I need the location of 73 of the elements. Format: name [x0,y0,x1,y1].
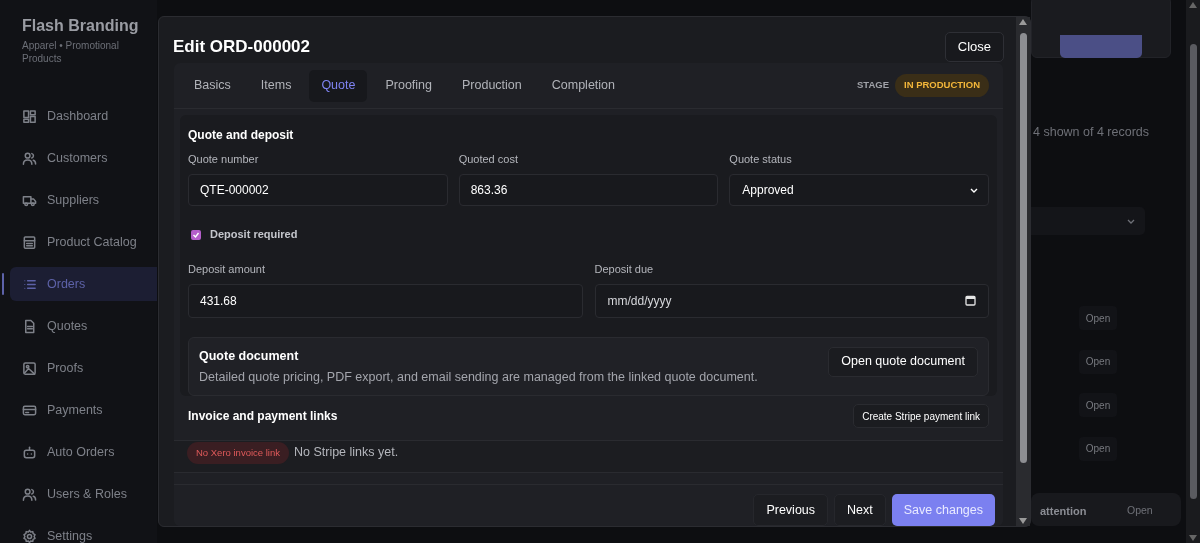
status-badge: No Xero invoice link [187,442,289,465]
field-label: Deposit amount [188,261,267,276]
date-field[interactable]: mm/dd/yyyy [594,283,989,318]
date-placeholder: mm/dd/yyyy [607,292,672,310]
nav-item[interactable]: Proofs [10,351,157,385]
scroll-up-icon[interactable] [1189,2,1197,8]
chevron-down-icon [1127,218,1135,224]
stage-badge: IN PRODUCTION [895,74,989,97]
nav-item[interactable]: Auto Orders [10,435,157,469]
scrollbar-thumb[interactable] [1189,44,1197,499]
users-icon [22,486,37,502]
nav-item[interactable]: Payments [10,393,157,427]
section-title: Invoice and payment links [188,408,338,426]
nav-button[interactable]: Previous [753,494,829,526]
nav-item[interactable]: Suppliers [10,183,157,217]
section-title: Quote and deposit [188,127,295,144]
document-icon [22,318,37,334]
calendar-icon[interactable] [965,295,976,307]
nav-item[interactable]: Quotes [10,309,157,343]
tab[interactable]: Production [450,69,534,102]
input-field[interactable]: 863.36 [458,174,719,207]
alert-text: attention [1040,504,1087,519]
nav-item[interactable]: Settings [10,519,157,543]
field-label: Quote status [729,152,793,167]
checkbox-label: Deposit required [210,227,298,243]
brand-subtitle: Apparel • Promotional Products [22,39,120,65]
open-button[interactable]: Open [1079,436,1117,461]
active-indicator [2,273,4,295]
select-field[interactable]: Approved [729,174,989,207]
nav-button[interactable]: Next [834,494,886,526]
scroll-up-icon[interactable] [1019,19,1027,25]
nav-item[interactable]: Customers [10,141,157,175]
dashboard-icon [22,108,37,124]
nav-item[interactable]: Product Catalog [10,225,157,259]
chevron-down-icon [970,187,978,193]
dialog-title: Edit ORD-000002 [173,36,310,59]
scroll-down-icon[interactable] [1189,535,1197,541]
field-label: Deposit due [594,261,655,276]
nav-item[interactable]: Dashboard [10,99,157,133]
tab[interactable]: Proofing [373,69,444,102]
input-field[interactable]: 431.68 [188,283,583,318]
stage-label: STAGE [856,78,889,93]
tab[interactable]: Basics [182,69,243,102]
open-document-button[interactable]: Open quote document [828,346,978,377]
document-description: Detailed quote pricing, PDF export, and email sending are managed from the linked quote document. [199,368,758,386]
create-link-button[interactable]: Create Stripe payment link [853,404,989,429]
open-link[interactable]: Open [1127,503,1153,519]
dialog-scrollbar[interactable] [1016,17,1030,526]
image-icon [22,360,37,376]
tab[interactable]: Quote [309,69,368,102]
page-scrollbar[interactable] [1186,0,1200,543]
tab[interactable]: Items [248,69,304,102]
field-label: Quote number [188,152,260,167]
users-icon [22,150,37,166]
links-message: No Stripe links yet. [293,444,399,461]
nav-item[interactable]: Users & Roles [10,477,157,511]
open-button[interactable]: Open [1079,393,1117,417]
checkbox[interactable] [191,229,201,240]
open-button[interactable]: Open [1079,349,1117,374]
field-label: Quoted cost [458,152,519,167]
brand-name: Flash Branding [22,16,140,36]
scroll-down-icon[interactable] [1019,518,1027,524]
document-title: Quote document [199,347,300,365]
open-button[interactable]: Open [1079,306,1117,330]
tab[interactable]: Completion [539,69,627,102]
scrollbar-thumb[interactable] [1019,33,1027,463]
catalog-icon [22,234,37,250]
records-count: 4 shown of 4 records [1033,124,1150,141]
save-button[interactable]: Save changes [891,494,995,526]
robot-icon [22,444,37,460]
settings-icon [22,528,37,543]
input-field[interactable]: QTE-000002 [188,174,448,207]
close-button[interactable]: Close [944,31,1004,62]
